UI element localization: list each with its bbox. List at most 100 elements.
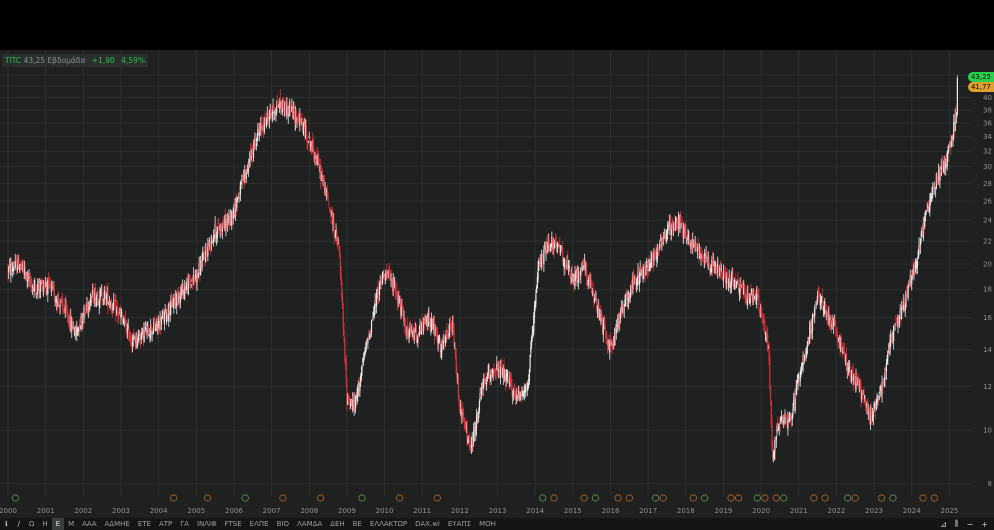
y-tick-label-14: 36: [983, 119, 992, 127]
toolbar-tab-14[interactable]: ΔΕΗ: [326, 518, 348, 530]
toolbar-tab-2[interactable]: Ε: [51, 518, 65, 530]
toolbar-tab-15[interactable]: ΒΕ: [349, 518, 366, 530]
candle-body-1256: [916, 261, 919, 266]
candle-body-465: [344, 339, 346, 355]
toolbar-tab-10[interactable]: FTSE: [221, 518, 246, 530]
candle-body-212: [160, 318, 163, 325]
candle-body-268: [201, 260, 203, 269]
candle-body-412: [305, 124, 307, 135]
candle-body-1280: [934, 185, 936, 186]
candle-body-907: [664, 232, 666, 233]
y-tick-label-4: 16: [983, 314, 992, 322]
candle-body-467: [345, 361, 347, 380]
candle-body-567: [417, 336, 420, 340]
candle-body-530: [391, 277, 393, 279]
candle-body-1052: [769, 358, 771, 389]
candle-body-10: [14, 260, 16, 268]
toolbar-tab-12[interactable]: ΒΙΟ: [273, 518, 293, 530]
x-tick-label-0: 2000: [0, 507, 17, 515]
toolbar-tab-18[interactable]: ΕΥΑΠΣ: [444, 518, 475, 530]
candle-body-757: [555, 243, 557, 244]
candle-body-721: [529, 355, 531, 368]
toolbar-tab-11[interactable]: ΕΛΠΕ: [246, 518, 273, 530]
draw-line-icon[interactable]: ∕: [13, 520, 25, 528]
chart-type-icon[interactable]: ⊿: [936, 520, 951, 529]
candle-body-794: [582, 259, 584, 266]
event-marker-11: [580, 494, 588, 502]
candle-body-1089: [796, 384, 798, 395]
toolbar-tab-13[interactable]: ΛΑΜΔΑ: [293, 518, 326, 530]
candle-body-810: [593, 298, 596, 303]
chart-area[interactable]: 8101214161820222426283032343638404244200…: [0, 50, 994, 518]
toolbar-tab-5[interactable]: ΑΔΜΗΕ: [101, 518, 134, 530]
candle-body-220: [166, 310, 168, 315]
candle-body-900: [659, 244, 661, 249]
toolbar-tab-16[interactable]: ΕΛΛΑΚΤΩΡ: [366, 518, 411, 530]
toolbar-tab-9[interactable]: ΙΝΛΙΦ: [193, 518, 221, 530]
candle-body-1310: [956, 115, 958, 118]
toolbar-right: ⊿ ⫼ − +: [936, 518, 992, 530]
add-icon[interactable]: +: [977, 520, 992, 529]
event-marker-29: [878, 494, 886, 502]
legend-price: 43,25: [23, 56, 46, 65]
toolbar-tab-0[interactable]: Ω: [25, 518, 38, 530]
info-icon[interactable]: ℹ: [0, 520, 13, 528]
y-tick-label-6: 20: [983, 260, 992, 268]
y-tick-label-8: 24: [983, 217, 992, 225]
x-tick-label-22: 2022: [828, 507, 846, 515]
event-marker-15: [652, 494, 660, 502]
toolbar-tab-6[interactable]: ΕΤΕ: [134, 518, 155, 530]
legend-change-pct: 4,59%: [121, 56, 145, 65]
toolbar-tab-8[interactable]: ΓΑ: [176, 518, 193, 530]
y-tick-label-16: 40: [983, 94, 992, 102]
x-tick-label-11: 2011: [413, 507, 431, 515]
candle-body-651: [478, 401, 481, 412]
x-tick-label-23: 2023: [865, 507, 883, 515]
candle-body-355: [264, 114, 266, 119]
candle-body-1077: [787, 418, 789, 430]
x-tick-label-9: 2009: [338, 507, 356, 515]
x-tick-label-13: 2013: [489, 507, 507, 515]
indicators-icon[interactable]: ⫼: [951, 519, 963, 529]
toolbar-tab-4[interactable]: ΑΑΑ: [78, 518, 100, 530]
toolbar-tab-19[interactable]: ΜΟΗ: [475, 518, 500, 530]
legend-change: +1,90: [91, 56, 115, 65]
y-tick-label-12: 32: [983, 148, 992, 156]
toolbar-tab-7[interactable]: ΑΤΡ: [155, 518, 176, 530]
candle-body-1213: [885, 363, 888, 372]
candle-body-76: [62, 304, 64, 308]
candle-body-535: [394, 284, 397, 292]
candle-body-1084: [792, 409, 794, 415]
x-tick-label-12: 2012: [451, 507, 469, 515]
price-chart[interactable]: 8101214161820222426283032343638404244200…: [0, 50, 994, 518]
x-tick-label-25: 2025: [940, 507, 958, 515]
y-tick-label-15: 38: [983, 107, 992, 115]
y-tick-label-9: 26: [983, 198, 992, 206]
candle-body-899: [658, 251, 660, 253]
candle-body-846: [620, 311, 622, 318]
event-marker-32: [930, 494, 938, 502]
event-marker-10: [550, 494, 558, 502]
candle-body-703: [516, 390, 518, 395]
event-marker-17: [689, 494, 697, 502]
toolbar-tab-1[interactable]: Η: [38, 518, 51, 530]
previous-close-tag: 41,77: [967, 82, 994, 92]
candle-body-674: [495, 369, 497, 373]
candle-body-147: [113, 302, 116, 306]
toolbar-tab-3[interactable]: Μ: [64, 518, 78, 530]
candle-body-413: [306, 136, 308, 142]
candle-body-442: [327, 194, 329, 201]
x-tick-label-1: 2001: [37, 507, 55, 515]
x-tick-label-15: 2015: [564, 507, 582, 515]
candle-body-253: [190, 284, 192, 286]
event-marker-5: [316, 494, 325, 502]
candle-body-760: [557, 242, 559, 244]
y-tick-label-0: 8: [988, 480, 992, 488]
toolbar-tab-17[interactable]: DAX.wi: [411, 518, 444, 530]
event-marker-19: [727, 494, 735, 502]
minimize-icon[interactable]: −: [963, 520, 978, 529]
candle-body-929: [680, 216, 682, 223]
candle-body-1045: [764, 320, 766, 332]
bottom-toolbar: ℹ ∕ Ω Η Ε Μ ΑΑΑ ΑΔΜΗΕ ΕΤΕ ΑΤΡ ΓΑ ΙΝΛΙΦ FTSE ΕΛΠΕ ΒΙΟ…: [0, 518, 994, 530]
y-tick-label-1: 10: [983, 427, 992, 435]
